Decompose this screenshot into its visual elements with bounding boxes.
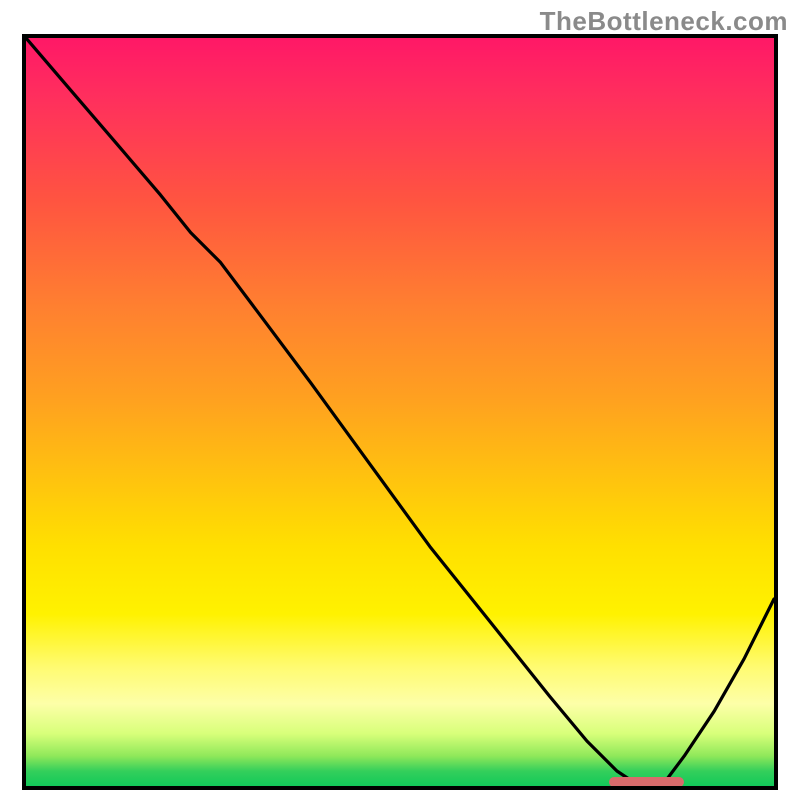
watermark-text: TheBottleneck.com xyxy=(540,6,788,37)
plot-area xyxy=(22,34,778,790)
bottleneck-curve xyxy=(26,38,774,786)
optimal-zone-marker xyxy=(609,777,684,787)
chart-container: TheBottleneck.com xyxy=(0,0,800,800)
curve-layer xyxy=(26,38,774,786)
